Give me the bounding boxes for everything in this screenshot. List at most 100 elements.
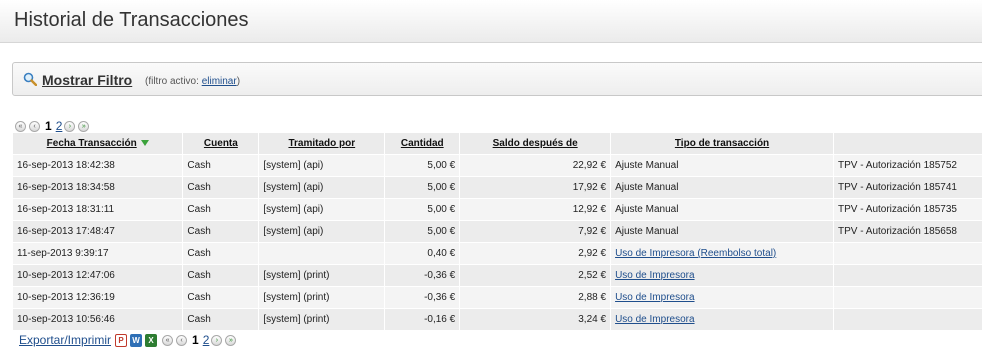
export-print-link[interactable]: Exportar/Imprimir (19, 333, 111, 347)
transaction-type-link[interactable]: Uso de Impresora (615, 270, 694, 281)
first-page-icon[interactable]: « (15, 120, 26, 132)
first-page-icon[interactable]: « (162, 334, 174, 346)
magnifier-icon (23, 72, 37, 86)
cell-balance-after: 2,52 € (459, 264, 612, 287)
cell-processed-by (258, 242, 386, 265)
page-1: 1 (45, 119, 52, 133)
table-row: 16-sep-2013 18:34:58 Cash [system] (api) 5,… (13, 176, 982, 199)
cell-date: 10-sep-2013 10:56:46 (13, 308, 184, 330)
cell-amount: -0,36 € (384, 286, 461, 309)
cell-amount: 5,00 € (384, 198, 461, 221)
table-header-row: Fecha Transacción Cuenta Tramitado por C… (13, 133, 982, 155)
cell-type: Ajuste Manual (610, 154, 834, 177)
cell-amount: 5,00 € (384, 220, 461, 243)
cell-amount: 0,40 € (384, 242, 461, 265)
cell-type: Uso de Impresora (610, 308, 834, 330)
cell-extra (833, 264, 982, 287)
cell-amount: -0,36 € (384, 264, 461, 287)
cell-type: Ajuste Manual (610, 220, 834, 243)
cell-account: Cash (182, 198, 260, 221)
cell-balance-after: 3,24 € (459, 308, 612, 330)
page-2-link[interactable]: 2 (203, 333, 210, 347)
table-row: 16-sep-2013 17:48:47 Cash [system] (api) 5,… (13, 220, 982, 243)
cell-processed-by: [system] (api) (258, 176, 386, 199)
cell-date: 16-sep-2013 18:31:11 (13, 198, 184, 221)
cell-date: 10-sep-2013 12:36:19 (13, 286, 184, 309)
page-title: Historial de Transacciones (14, 9, 249, 31)
cell-processed-by: [system] (api) (258, 154, 386, 177)
cell-processed-by: [system] (api) (258, 220, 386, 243)
cell-balance-after: 2,88 € (459, 286, 612, 309)
cell-extra (833, 286, 982, 309)
cell-amount: -0,16 € (384, 308, 461, 330)
col-header-balance-after[interactable]: Saldo después de (459, 133, 612, 155)
transaction-type-link[interactable]: Uso de Impresora (615, 314, 694, 325)
transactions-table: Fecha Transacción Cuenta Tramitado por C… (13, 133, 982, 330)
next-page-icon[interactable]: › (211, 334, 223, 346)
col-header-amount[interactable]: Cantidad (384, 133, 461, 155)
cell-account: Cash (182, 176, 260, 199)
filter-panel: Mostrar Filtro (filtro activo: eliminar) (12, 62, 982, 96)
show-filter-link[interactable]: Mostrar Filtro (42, 72, 132, 88)
table-row: 11-sep-2013 9:39:17 Cash 0,40 €2,92 € Uso d… (13, 242, 982, 265)
bottom-pagination: « ‹ 1 2 › » (162, 333, 239, 347)
last-page-icon[interactable]: » (78, 120, 90, 132)
cell-account: Cash (182, 242, 260, 265)
cell-balance-after: 7,92 € (459, 220, 612, 243)
active-filter-note: (filtro activo: eliminar) (145, 76, 241, 87)
top-pagination: « ‹ 1 2 › » (15, 119, 92, 133)
table-row: 10-sep-2013 10:56:46 Cash [system] (print)… (13, 308, 982, 330)
col-header-type[interactable]: Tipo de transacción (610, 133, 834, 155)
excel-icon[interactable]: X (145, 333, 158, 347)
cell-balance-after: 12,92 € (459, 198, 612, 221)
cell-processed-by: [system] (print) (258, 308, 386, 330)
cell-extra: TPV - Autorización 185741 (833, 176, 982, 199)
cell-type: Ajuste Manual (610, 198, 834, 221)
cell-type: Uso de Impresora (Reembolso total) (610, 242, 834, 265)
next-page-icon[interactable]: › (64, 120, 76, 132)
cell-processed-by: [system] (api) (258, 198, 386, 221)
bottom-bar: Exportar/Imprimir P W X « ‹ 1 2 › » (19, 333, 239, 347)
prev-page-icon[interactable]: ‹ (29, 120, 40, 132)
pdf-icon[interactable]: P (115, 333, 128, 347)
cell-amount: 5,00 € (384, 176, 461, 199)
page-header: Historial de Transacciones (0, 0, 982, 43)
remove-filter-link[interactable]: eliminar (202, 76, 237, 87)
page-2-link[interactable]: 2 (56, 119, 63, 133)
cell-date: 10-sep-2013 12:47:06 (13, 264, 184, 287)
document-icon[interactable]: W (130, 333, 143, 347)
cell-balance-after: 2,92 € (459, 242, 612, 265)
cell-date: 16-sep-2013 18:42:38 (13, 154, 184, 177)
cell-type: Uso de Impresora (610, 264, 834, 287)
table-row: 16-sep-2013 18:42:38 Cash [system] (api) 5,… (13, 154, 982, 177)
cell-account: Cash (182, 220, 260, 243)
cell-account: Cash (182, 308, 260, 330)
col-header-processed-by[interactable]: Tramitado por (258, 133, 386, 155)
table-row: 10-sep-2013 12:36:19 Cash [system] (print)… (13, 286, 982, 309)
cell-processed-by: [system] (print) (258, 286, 386, 309)
cell-extra (833, 308, 982, 330)
cell-date: 11-sep-2013 9:39:17 (13, 242, 184, 265)
page-1: 1 (192, 333, 199, 347)
cell-account: Cash (182, 264, 260, 287)
table-row: 16-sep-2013 18:31:11 Cash [system] (api) 5,… (13, 198, 982, 221)
transaction-type-link[interactable]: Uso de Impresora (Reembolso total) (615, 248, 776, 259)
cell-extra: TPV - Autorización 185752 (833, 154, 982, 177)
col-header-account[interactable]: Cuenta (182, 133, 260, 155)
transaction-type-link[interactable]: Uso de Impresora (615, 292, 694, 303)
cell-date: 16-sep-2013 18:34:58 (13, 176, 184, 199)
cell-amount: 5,00 € (384, 154, 461, 177)
prev-page-icon[interactable]: ‹ (176, 334, 188, 346)
table-row: 10-sep-2013 12:47:06 Cash [system] (print)… (13, 264, 982, 287)
cell-extra (833, 242, 982, 265)
col-header-date[interactable]: Fecha Transacción (13, 133, 184, 155)
cell-type: Ajuste Manual (610, 176, 834, 199)
col-header-extra (833, 133, 982, 155)
cell-extra: TPV - Autorización 185658 (833, 220, 982, 243)
last-page-icon[interactable]: » (225, 334, 237, 346)
cell-account: Cash (182, 286, 260, 309)
cell-balance-after: 22,92 € (459, 154, 612, 177)
cell-balance-after: 17,92 € (459, 176, 612, 199)
sort-desc-icon (140, 140, 149, 147)
cell-extra: TPV - Autorización 185735 (833, 198, 982, 221)
